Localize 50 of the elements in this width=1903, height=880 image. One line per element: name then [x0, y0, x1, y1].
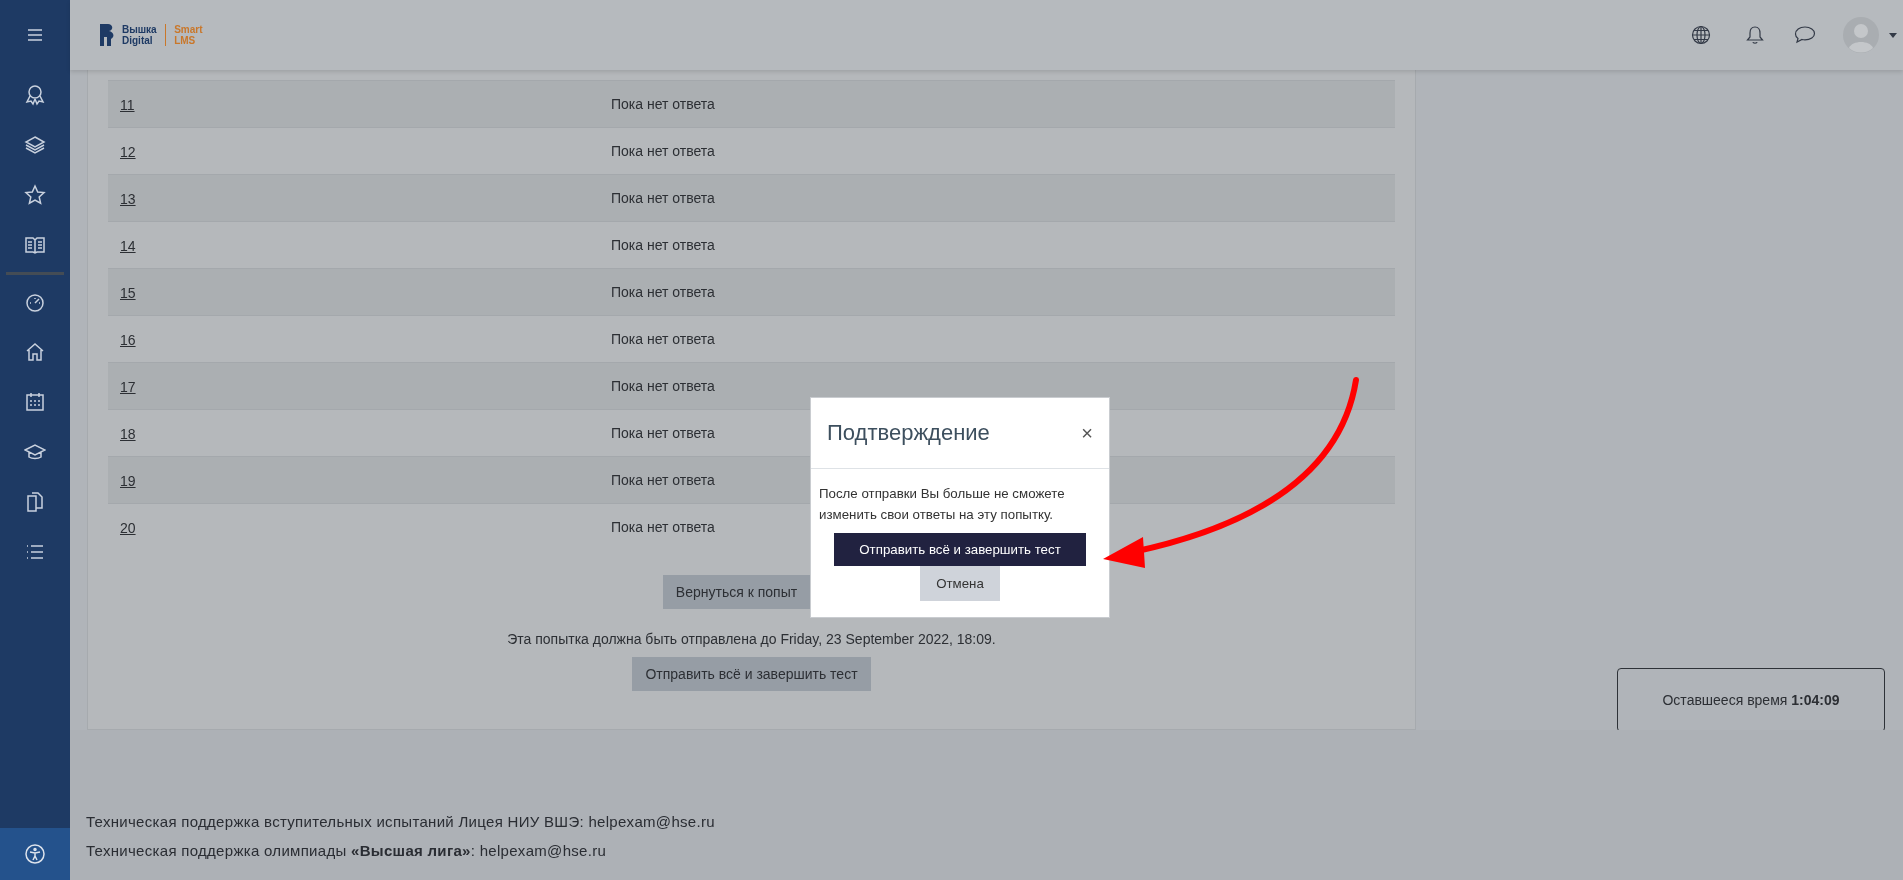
accessibility-icon: [24, 843, 46, 865]
cancel-button[interactable]: Отмена: [920, 566, 1000, 601]
answer-status: Пока нет ответа: [611, 284, 715, 300]
question-link[interactable]: 13: [120, 190, 136, 207]
question-link[interactable]: 20: [120, 519, 136, 536]
answer-status: Пока нет ответа: [611, 425, 715, 441]
dialog-title: Подтверждение: [827, 420, 990, 446]
question-link[interactable]: 16: [120, 331, 136, 348]
answer-status: Пока нет ответа: [611, 472, 715, 488]
logo-text: Smart: [174, 24, 203, 35]
layers-icon[interactable]: [24, 134, 46, 156]
logo-text: Вышка: [122, 24, 157, 35]
support-text: Техническая поддержка олимпиады «Высшая лига»: helpexam@hse.ru: [86, 842, 608, 859]
logo-text: LMS: [174, 35, 197, 46]
timer-text: Оставшееся время 1:04:09: [1662, 692, 1840, 708]
award-icon[interactable]: [24, 84, 46, 106]
question-link[interactable]: 15: [120, 284, 136, 301]
answer-status: Пока нет ответа: [611, 331, 715, 347]
chat-icon[interactable]: [1794, 25, 1816, 45]
question-link[interactable]: 12: [120, 143, 136, 160]
question-link[interactable]: 11: [120, 96, 135, 113]
gauge-icon[interactable]: [24, 291, 46, 313]
return-button[interactable]: Вернуться к попыт: [662, 575, 811, 609]
deadline-text: Эта попытка должна быть отправлена до Friday, 23 September 2022, 18:09.: [506, 631, 997, 647]
menu-icon[interactable]: [27, 28, 43, 42]
question-link[interactable]: 19: [120, 472, 136, 489]
question-link[interactable]: 18: [120, 425, 136, 442]
question-link[interactable]: 17: [120, 378, 136, 395]
answer-status: Пока нет ответа: [611, 190, 715, 206]
question-link[interactable]: 14: [120, 237, 136, 254]
book-icon[interactable]: [24, 234, 46, 256]
logo-text: Digital: [122, 35, 154, 46]
accessibility-button[interactable]: [0, 828, 70, 880]
support-text: Техническая поддержка вступительных испытаний Лицея НИУ ВШЭ: helpexam@hse.ru: [86, 813, 716, 830]
answer-status: Пока нет ответа: [611, 237, 715, 253]
answer-status: Пока нет ответа: [611, 143, 715, 159]
close-button[interactable]: ×: [1081, 421, 1093, 445]
submit-button[interactable]: Отправить всё и завершить тест: [632, 657, 871, 691]
answer-status: Пока нет ответа: [611, 519, 715, 535]
caret-icon[interactable]: [1889, 32, 1897, 38]
answer-status: Пока нет ответа: [611, 96, 715, 112]
documents-icon[interactable]: [24, 491, 46, 513]
calendar-icon[interactable]: [24, 391, 46, 413]
home-icon[interactable]: [24, 341, 46, 363]
bell-icon[interactable]: [1746, 25, 1764, 45]
confirm-button[interactable]: Отправить всё и завершить тест: [834, 533, 1086, 566]
star-icon[interactable]: [24, 184, 46, 206]
answer-status: Пока нет ответа: [611, 378, 715, 394]
globe-icon[interactable]: [1691, 25, 1711, 45]
dialog-message: После отправки Вы больше не сможете изменить свои ответы на эту попытку.: [819, 485, 1066, 524]
